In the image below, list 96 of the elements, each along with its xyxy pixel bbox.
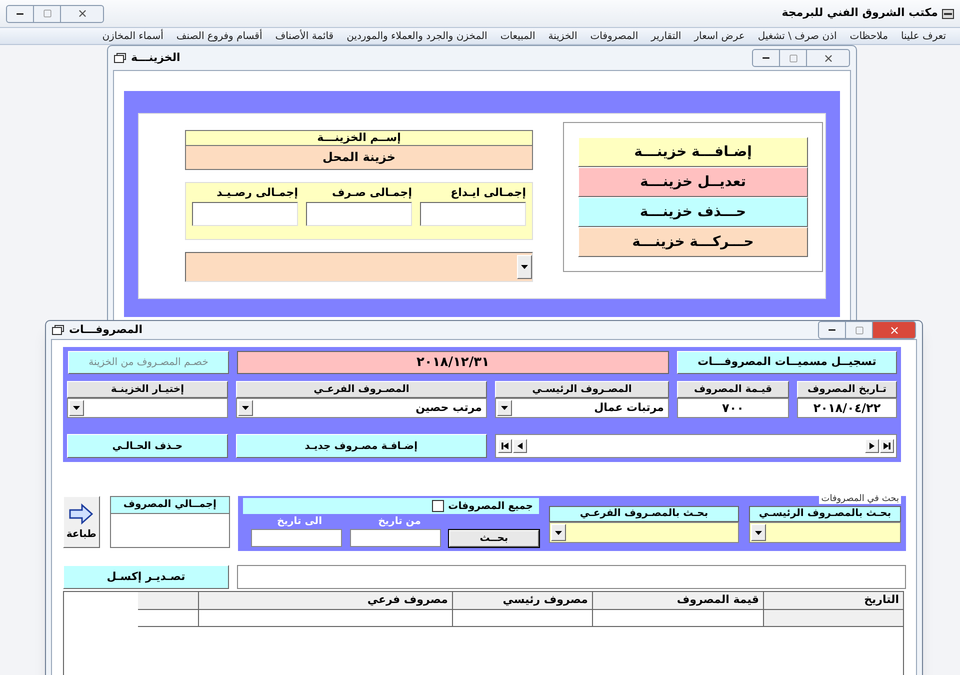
minimize-button[interactable] <box>6 4 34 22</box>
caret-icon <box>501 406 508 410</box>
delete-current-button[interactable]: حـذف الحـالـي <box>67 434 228 458</box>
arrow-icon <box>68 502 94 524</box>
dropdown-arrow-button[interactable] <box>238 400 253 416</box>
field-label: المصـروف الفرعـي <box>236 381 487 398</box>
menu-item[interactable]: المخزن والجرد والعملاء والموردين <box>346 28 488 44</box>
maximize-icon <box>788 54 798 62</box>
close-button[interactable] <box>806 49 850 67</box>
column-header[interactable]: قيمة المصروف <box>592 592 763 610</box>
minimize-button[interactable] <box>752 49 780 67</box>
menu-item[interactable]: اذن صرف \ تشغيل <box>758 28 837 44</box>
caret-icon <box>521 265 528 269</box>
dropdown-field[interactable]: مرتب حصين <box>236 398 487 418</box>
menu-item[interactable]: ملاحظات <box>850 28 888 44</box>
dropdown-field[interactable] <box>67 398 228 418</box>
menu-item[interactable]: عرض اسعار <box>694 28 745 44</box>
menu-item[interactable]: التقارير <box>651 28 682 44</box>
total-label: إجمـالى صـرف <box>330 185 412 201</box>
dropdown-arrow-button[interactable] <box>497 400 512 416</box>
total-label: إجمـالى رصـيـد <box>216 185 298 201</box>
column-header[interactable]: مصروف رئيسي <box>452 592 592 610</box>
total-label: إجمـالى ايـداع <box>450 185 526 201</box>
window-icon <box>114 53 126 63</box>
name-value: خزينة المحل <box>185 146 533 170</box>
column-header[interactable]: التاريخ <box>763 592 903 610</box>
treasury-action-button[interactable]: حـــذف خزينـــة <box>578 197 808 227</box>
treasury-dropdown[interactable] <box>185 252 533 282</box>
search-button[interactable]: بحــث <box>449 530 539 547</box>
last-record-icon[interactable] <box>880 439 894 453</box>
first-record-icon[interactable] <box>498 439 512 453</box>
to-date-label: الى تاريخ <box>276 515 323 529</box>
maximize-button[interactable] <box>780 49 806 67</box>
field-label: قيـمة المصروف <box>677 381 789 398</box>
dropdown-field[interactable]: مرتبات عمال <box>495 398 669 418</box>
treasury-action-button[interactable]: حـــركـــة خزينـــة <box>578 227 808 257</box>
total-field[interactable] <box>192 202 298 226</box>
window-icon <box>942 8 954 18</box>
field-input[interactable]: ٧٠٠ <box>677 398 789 418</box>
total-field[interactable] <box>306 202 412 226</box>
menu-item[interactable]: أسماء المخازن <box>102 28 164 44</box>
caret-icon <box>73 406 80 410</box>
record-navigator[interactable] <box>494 434 897 458</box>
name-header: إســم الخزينـــة <box>185 130 533 146</box>
menu-item[interactable]: قائمة الأصناف <box>275 28 334 44</box>
total-field[interactable] <box>420 202 526 226</box>
from-date-field[interactable] <box>350 529 441 547</box>
search-panel-title: بحث في المصروفات <box>819 494 901 504</box>
field-label: تـاريخ المصروف <box>797 381 897 398</box>
close-button[interactable] <box>60 4 104 22</box>
print-button[interactable]: طباعة <box>63 496 100 548</box>
next-icon[interactable] <box>865 439 879 453</box>
previous-icon[interactable] <box>512 439 526 453</box>
close-icon <box>888 324 900 336</box>
search-filter-label: بحـث بالمصـروف الرئيسـي <box>749 506 901 522</box>
maximize-button[interactable] <box>34 4 60 22</box>
treasury-action-button[interactable]: إضـافـــة خزينـــة <box>578 137 808 167</box>
from-date-label: من تاريخ <box>377 515 422 529</box>
caret-icon <box>555 530 562 534</box>
dropdown-arrow-button[interactable] <box>551 524 566 541</box>
date-banner: ٢٠١٨/١٢/٣١ <box>237 351 669 374</box>
column-header[interactable]: مصروف فرعي <box>198 592 452 610</box>
menu-item[interactable]: المصروفات <box>590 28 638 44</box>
minimize-button[interactable] <box>818 321 846 339</box>
dropdown-arrow-button[interactable] <box>751 524 766 541</box>
close-icon <box>822 52 834 64</box>
add-expense-button[interactable]: إضـافـة مصـروف جديـد <box>236 434 486 458</box>
total-expense-label: إجمــالي المصروف <box>110 497 229 514</box>
menu-item[interactable]: الخزينة <box>548 28 578 44</box>
all-expenses-label: جميع المصروفات <box>448 500 533 514</box>
close-button[interactable] <box>872 321 916 339</box>
caret-icon <box>242 406 249 410</box>
dropdown-arrow-button[interactable] <box>69 400 84 416</box>
register-names-button[interactable]: تسجيــل مسميــات المصروفـــات <box>677 351 897 374</box>
app-title: مكتب الشروق الفني للبرمجة <box>782 5 938 22</box>
menu-item[interactable]: تعرف علينا <box>900 28 946 44</box>
caret-icon <box>755 530 762 534</box>
export-path-field[interactable] <box>237 565 906 589</box>
menu-item[interactable]: المبيعات <box>500 28 536 44</box>
maximize-icon <box>42 9 52 18</box>
export-excel-button[interactable]: تصـديـر إكسـل <box>63 565 229 589</box>
window-title: الخزينـــة <box>131 50 180 66</box>
search-filter-label: بحـث بالمصـروف الفرعـي <box>549 506 739 522</box>
maximize-button[interactable] <box>846 321 872 339</box>
window-title: المصروفـــات <box>69 322 142 338</box>
field-label: المصـروف الرئيسـي <box>495 381 669 398</box>
dropdown-arrow-button[interactable] <box>517 255 532 279</box>
window-icon <box>52 325 64 335</box>
treasury-action-button[interactable]: تعديــل خزينـــة <box>578 167 808 197</box>
all-expenses-checkbox[interactable] <box>432 500 444 512</box>
maximize-icon <box>854 326 864 334</box>
menu-item[interactable]: أقسام وفروع الصنف <box>176 28 262 44</box>
to-date-field[interactable] <box>251 529 342 547</box>
field-label: إختيـار الخزينـة <box>67 381 228 398</box>
close-icon <box>76 8 88 19</box>
field-input[interactable]: ٢٠١٨/٠٤/٢٢ <box>797 398 897 418</box>
